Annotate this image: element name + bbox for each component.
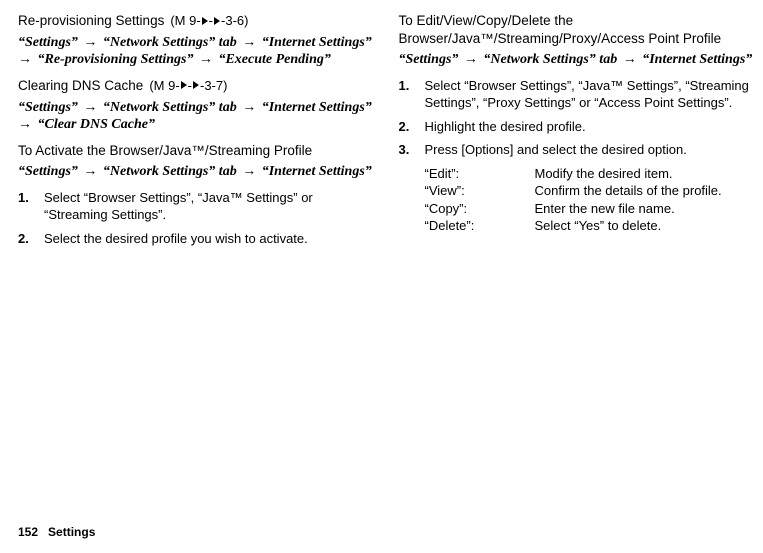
play-icon — [193, 81, 199, 89]
path-part: “Execute Pending” — [218, 52, 330, 67]
path-part: “Internet Settings” — [262, 100, 372, 115]
activate-steps: 1.Select “Browser Settings”, “Java™ Sett… — [18, 189, 377, 248]
step-number: 3. — [399, 141, 413, 159]
step-text: Select “Browser Settings”, “Java™ Settin… — [40, 189, 377, 224]
step-number: 1. — [399, 77, 413, 112]
def-desc: Modify the desired item. — [535, 165, 758, 183]
step-number: 2. — [18, 230, 32, 248]
play-icon — [181, 81, 187, 89]
def-term: “Copy”: — [425, 200, 535, 218]
step-number: 1. — [18, 189, 32, 224]
code-suffix: -3-6) — [221, 13, 248, 28]
path-part: “Re-provisioning Settings” — [38, 52, 194, 67]
path-part: “Internet Settings” — [262, 164, 372, 179]
path-part: “Network Settings” tab — [103, 164, 237, 179]
path-part: “Internet Settings” — [262, 35, 372, 50]
dns-path: “Settings” → “Network Settings” tab → “I… — [18, 99, 377, 134]
code-prefix: (M 9- — [149, 78, 179, 93]
option-definitions: “Edit”:Modify the desired item. “View”:C… — [425, 165, 758, 235]
play-icon — [214, 17, 220, 25]
def-term: “Delete”: — [425, 217, 535, 235]
dns-title: Clearing DNS Cache — [18, 77, 143, 95]
reprov-menu-code: (M 9---3-6) — [170, 13, 248, 30]
reprov-title: Re-provisioning Settings — [18, 12, 164, 30]
path-part: “Settings” — [18, 35, 78, 50]
def-desc: Select “Yes” to delete. — [535, 217, 758, 235]
path-part: “Network Settings” tab — [103, 100, 237, 115]
step-text: Press [Options] and select the desired o… — [421, 141, 758, 159]
activate-title: To Activate the Browser/Java™/Streaming … — [18, 142, 377, 160]
play-icon — [202, 17, 208, 25]
path-part: “Internet Settings” — [642, 52, 752, 67]
editview-title: To Edit/View/Copy/Delete the Browser/Jav… — [399, 12, 758, 47]
def-term: “View”: — [425, 182, 535, 200]
activate-path: “Settings” → “Network Settings” tab → “I… — [18, 163, 377, 181]
path-part: “Settings” — [18, 100, 78, 115]
path-part: “Clear DNS Cache” — [38, 117, 155, 132]
def-desc: Enter the new file name. — [535, 200, 758, 218]
def-term: “Edit”: — [425, 165, 535, 183]
path-part: “Settings” — [18, 164, 78, 179]
def-desc: Confirm the details of the profile. — [535, 182, 758, 200]
editview-steps: 1.Select “Browser Settings”, “Java™ Sett… — [399, 77, 758, 159]
step-text: Highlight the desired profile. — [421, 118, 758, 136]
step-number: 2. — [399, 118, 413, 136]
dns-menu-code: (M 9---3-7) — [149, 78, 227, 95]
footer-section: Settings — [48, 525, 95, 539]
reprov-path: “Settings” → “Network Settings” tab → “I… — [18, 34, 377, 69]
path-part: “Settings” — [399, 52, 459, 67]
step-text: Select “Browser Settings”, “Java™ Settin… — [421, 77, 758, 112]
page-number: 152 — [18, 525, 38, 539]
code-suffix: -3-7) — [200, 78, 227, 93]
path-part: “Network Settings” tab — [483, 52, 617, 67]
code-prefix: (M 9- — [170, 13, 200, 28]
step-text: Select the desired profile you wish to a… — [40, 230, 377, 248]
path-part: “Network Settings” tab — [103, 35, 237, 50]
editview-path: “Settings” → “Network Settings” tab → “I… — [399, 51, 758, 69]
page-footer: 152 Settings — [18, 525, 95, 539]
